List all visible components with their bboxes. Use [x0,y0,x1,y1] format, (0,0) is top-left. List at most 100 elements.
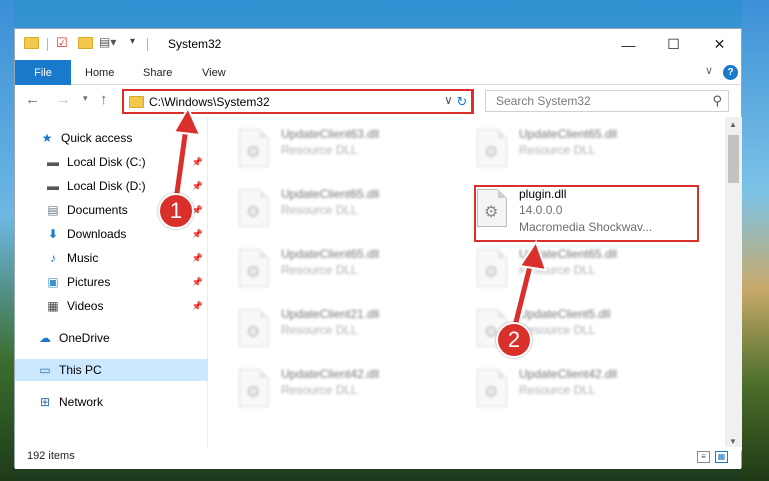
search-icon[interactable]: ⚲ [712,93,722,109]
refresh-icon: ↻ [456,93,468,109]
sidebar-item-network[interactable]: ⊞ Network [15,391,208,413]
documents-icon: ▤ [47,203,59,217]
item-count: 192 items [27,450,75,462]
file-list: ⚙ UpdateClient63.dll Resource DLL ⚙ Upda… [209,117,725,451]
sidebar-item-label: Videos [67,299,104,313]
properties-icon[interactable]: ☑ [56,35,68,51]
music-icon: ♪ [50,251,56,265]
network-icon: ⊞ [39,395,51,409]
sidebar-item-label: Local Disk (C:) [67,155,146,169]
navigation-bar: ← → ▾ ↑ C:\Windows\System32 ∨ ↻ Search S… [15,86,741,116]
folder-icon [129,96,144,108]
scroll-up-icon[interactable]: ▲ [729,120,737,129]
cloud-icon: ☁ [39,331,51,345]
dll-file-icon: ⚙ [239,189,269,227]
close-button[interactable]: ✕ [697,29,742,60]
pin-icon[interactable]: 📌 [192,157,203,168]
star-icon: ★ [41,131,53,145]
address-path[interactable]: C:\Windows\System32 [149,95,270,109]
list-item[interactable]: ⚙ UpdateClient63.dll Resource DLL [235,125,465,175]
drive-icon: ▬ [47,179,59,193]
tab-view[interactable]: View [202,60,226,85]
vertical-scrollbar[interactable]: ▲ ▼ [725,117,742,451]
sidebar-item-label: Quick access [61,131,133,145]
dll-file-icon: ⚙ [477,249,507,287]
details-view-icon[interactable]: ≡ [697,451,710,463]
sidebar-item-local-disk-c[interactable]: ▬ Local Disk (C:) 📌 [15,151,208,173]
dll-file-icon: ⚙ [477,369,507,407]
refresh-button[interactable]: ↻ [452,89,474,114]
list-item[interactable]: ⚙ UpdateClient65.dll Resource DLL [473,245,703,295]
folder-icon [24,37,39,49]
dll-file-icon: ⚙ [239,369,269,407]
pictures-icon: ▣ [47,275,59,289]
back-arrow-icon[interactable]: ← [25,91,40,108]
maximize-button[interactable]: ☐ [651,29,696,60]
status-bar: 192 items ≡ ▦ [15,447,741,469]
sidebar-item-quick-access[interactable]: ★ Quick access [15,127,208,149]
title-bar: ☑ ▤▾ ▾ System32 — ☐ ✕ [15,29,741,60]
list-item[interactable]: ⚙ UpdateClient21.dll Resource DLL [235,305,465,355]
list-item[interactable]: ⚙ UpdateClient65.dll Resource DLL [235,185,465,235]
computer-icon: ▭ [39,363,51,377]
step-badge-1: 1 [158,193,194,229]
up-arrow-icon[interactable]: ↑ [100,91,108,108]
navigation-pane: ★ Quick access ▬ Local Disk (C:) 📌 ▬ Loc… [15,117,208,451]
dll-file-icon: ⚙ [239,129,269,167]
sidebar-item-pictures[interactable]: ▣ Pictures 📌 [15,271,208,293]
desktop-background-left [0,0,14,481]
pin-icon[interactable]: 📌 [192,253,203,264]
tab-home[interactable]: Home [85,60,114,85]
pin-icon[interactable]: 📌 [192,301,203,312]
customize-quick-access-icon[interactable]: ▤▾ [99,35,116,49]
sidebar-item-onedrive[interactable]: ☁ OneDrive [15,327,208,349]
new-folder-icon[interactable] [78,37,93,49]
list-item[interactable]: ⚙ UpdateClient42.dll Resource DLL [473,365,703,415]
recent-locations-icon[interactable]: ▾ [83,93,88,104]
sidebar-item-videos[interactable]: ▦ Videos 📌 [15,295,208,317]
videos-icon: ▦ [47,299,59,313]
sidebar-item-label: This PC [59,363,102,377]
sidebar-item-label: Network [59,395,104,409]
explorer-window: ☑ ▤▾ ▾ System32 — ☐ ✕ File Home Share Vi… [14,28,742,469]
plugin-highlight-box [474,185,699,242]
dropdown-arrow-icon[interactable]: ▾ [130,36,135,47]
pin-icon[interactable]: 📌 [192,229,203,240]
scroll-down-icon[interactable]: ▼ [729,437,737,446]
search-input[interactable]: Search System32 [496,94,591,108]
list-item[interactable]: ⚙ UpdateClient65.dll Resource DLL [235,245,465,295]
sidebar-item-label: Local Disk (D:) [67,179,146,193]
minimize-button[interactable]: — [606,29,651,60]
window-title: System32 [168,37,222,51]
separator [47,38,48,51]
help-icon[interactable]: ? [723,65,738,80]
dll-file-icon: ⚙ [477,129,507,167]
sidebar-item-label: OneDrive [59,331,110,345]
sidebar-item-label: Documents [67,203,128,217]
desktop-background-right [742,0,769,481]
scrollbar-thumb[interactable] [728,135,739,183]
dll-file-icon: ⚙ [239,249,269,287]
search-box[interactable]: Search System32 ⚲ [485,90,729,112]
sidebar-item-label: Downloads [67,227,127,241]
drive-icon: ▬ [47,155,59,169]
expand-ribbon-icon[interactable]: ∨ [705,64,713,77]
forward-arrow-icon[interactable]: → [56,91,71,108]
sidebar-item-music[interactable]: ♪ Music 📌 [15,247,208,269]
dll-file-icon: ⚙ [239,309,269,347]
sidebar-item-label: Pictures [67,275,111,289]
sidebar-item-label: Music [67,251,99,265]
step-badge-2: 2 [496,322,532,358]
address-bar[interactable]: C:\Windows\System32 ∨ [122,89,473,114]
sidebar-item-this-pc[interactable]: ▭ This PC [15,359,208,381]
large-icons-view-icon[interactable]: ▦ [715,451,728,463]
pin-icon[interactable]: 📌 [192,277,203,288]
tab-share[interactable]: Share [143,60,172,85]
separator [147,38,148,51]
download-icon: ⬇ [47,227,59,241]
tab-file[interactable]: File [15,60,71,85]
pin-icon[interactable]: 📌 [192,181,203,192]
list-item[interactable]: ⚙ UpdateClient65.dll Resource DLL [473,125,703,175]
list-item[interactable]: ⚙ UpdateClient42.dll Resource DLL [235,365,465,415]
ribbon-tabs: File Home Share View ∨ ? [15,60,741,85]
